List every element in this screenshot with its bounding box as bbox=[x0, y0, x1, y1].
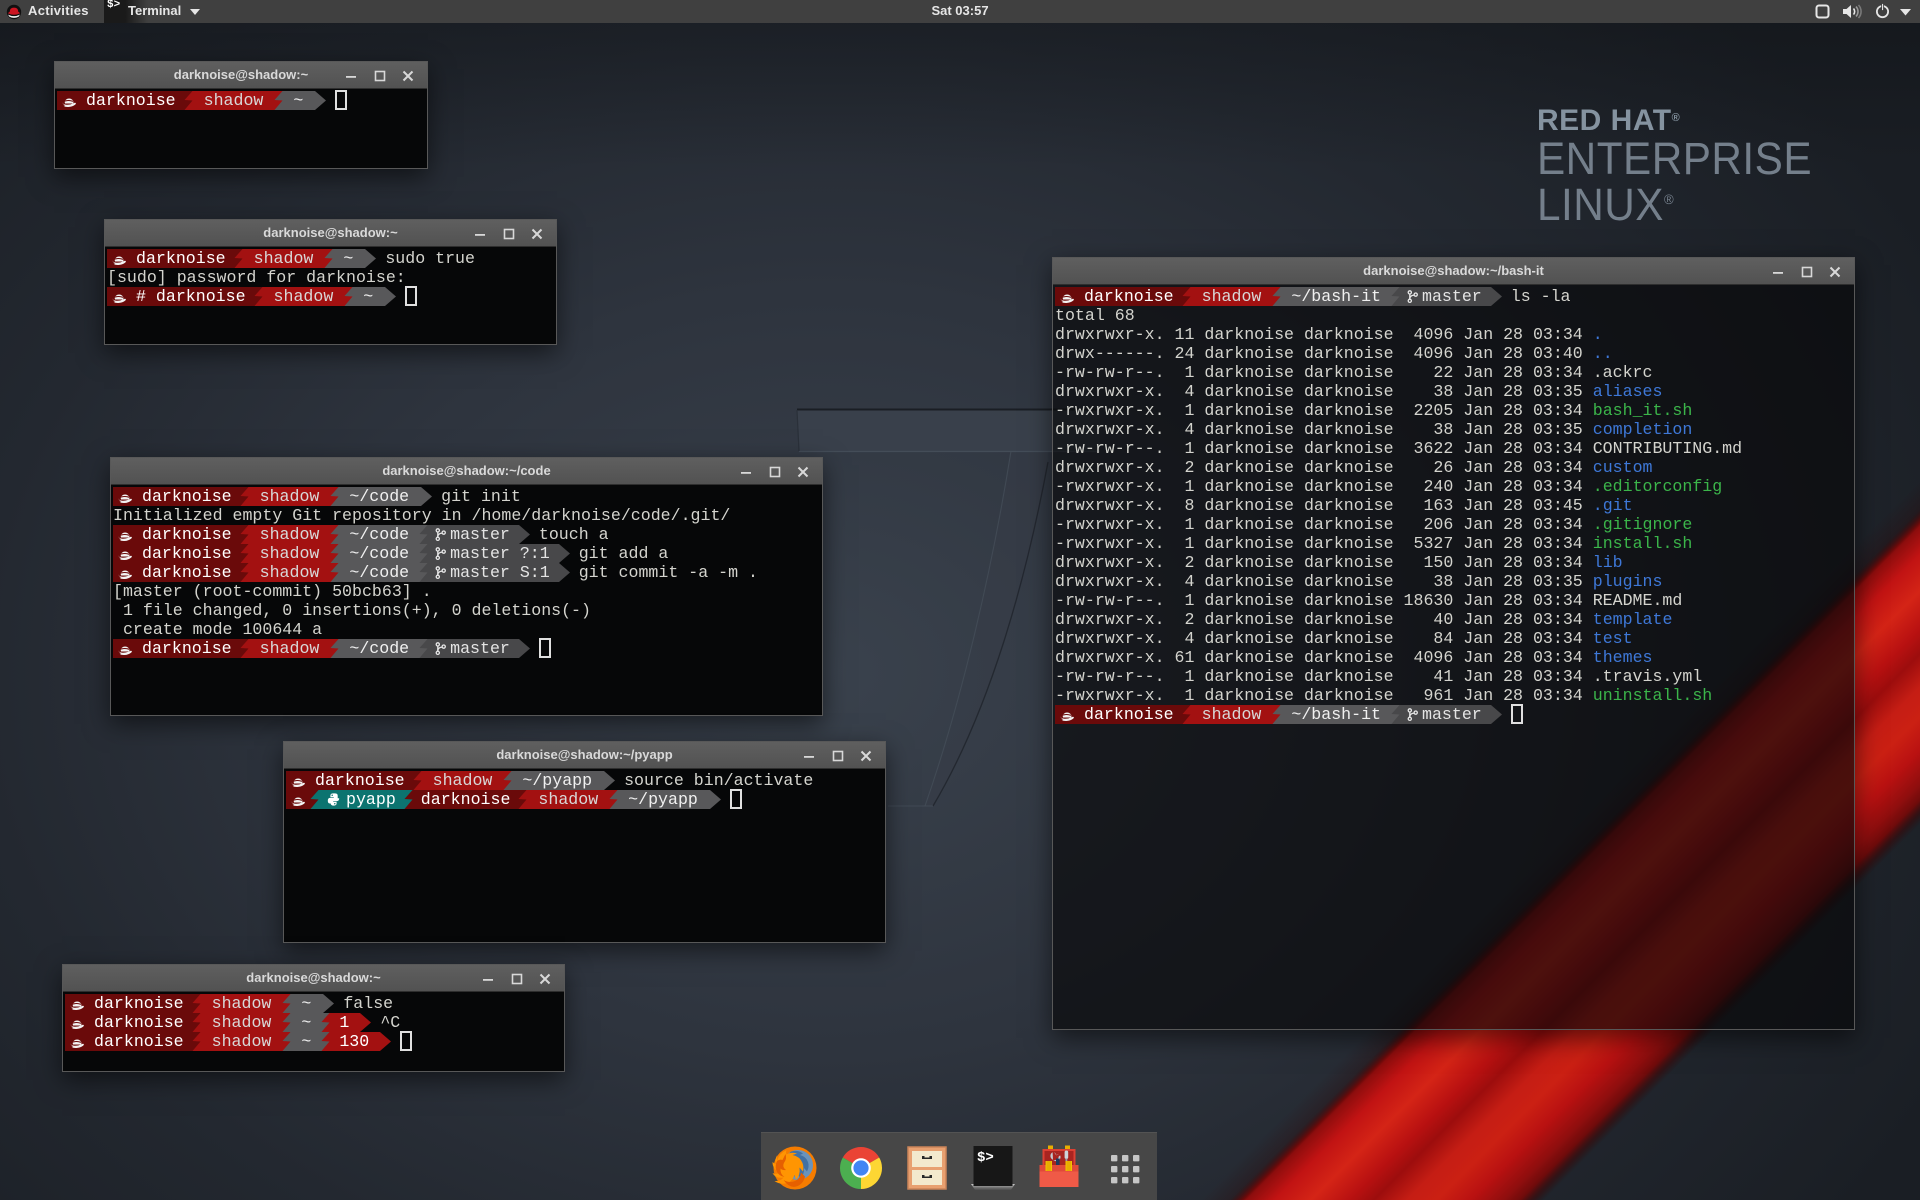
svg-text:$>: $> bbox=[977, 1150, 994, 1166]
